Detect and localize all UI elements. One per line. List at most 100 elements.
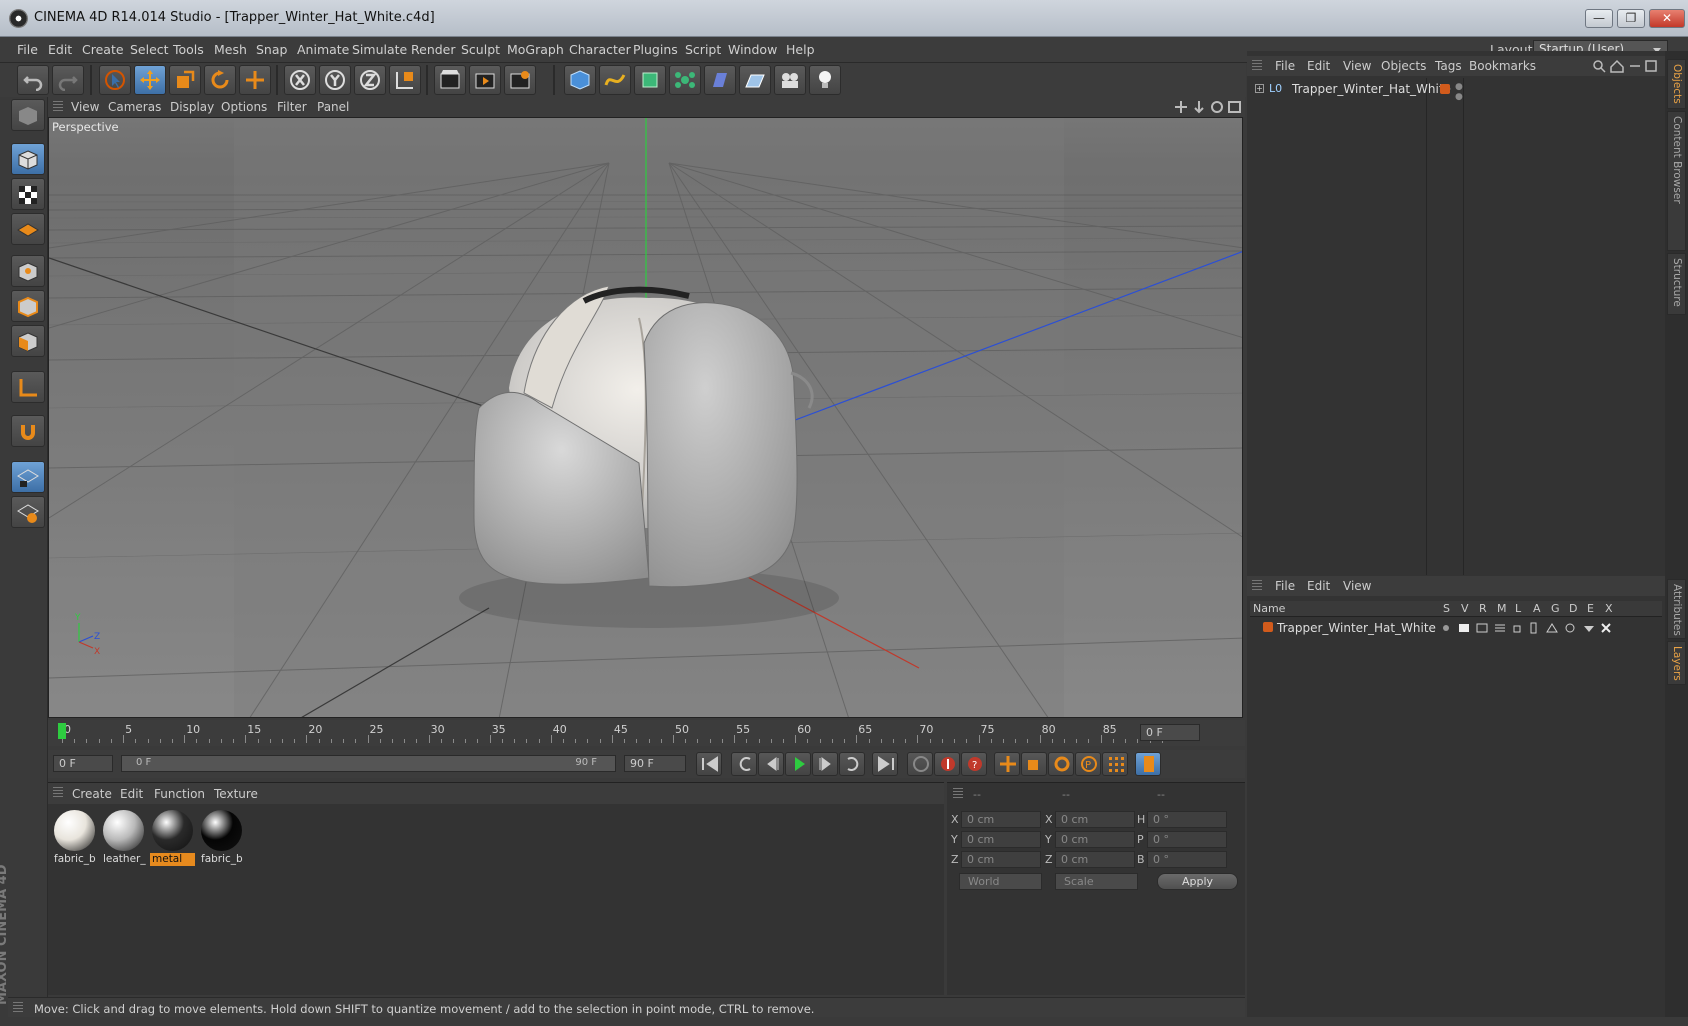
add-cube-button[interactable] bbox=[564, 65, 596, 95]
workplane-mode-button[interactable] bbox=[11, 213, 45, 245]
polygons-mode-button[interactable] bbox=[11, 325, 45, 357]
layer-col-render[interactable]: R bbox=[1479, 602, 1487, 615]
tab-attributes[interactable]: Attributes bbox=[1667, 579, 1686, 639]
timeline-end-frame-field[interactable]: 0 F bbox=[1140, 724, 1200, 741]
coord-rotation-field[interactable]: 0 ° bbox=[1147, 851, 1227, 868]
layer-col-deformers[interactable]: D bbox=[1569, 602, 1577, 615]
coord-size-field[interactable]: 0 cm bbox=[1055, 831, 1135, 848]
close-button[interactable]: ✕ bbox=[1649, 9, 1685, 28]
model-mode-button[interactable] bbox=[11, 143, 45, 175]
menu-mograph[interactable]: MoGraph bbox=[507, 42, 564, 57]
autokey-button[interactable]: ? bbox=[961, 752, 987, 776]
render-picture-viewer-button[interactable] bbox=[469, 65, 501, 95]
layer-col-manager[interactable]: M bbox=[1497, 602, 1507, 615]
menu-window[interactable]: Window bbox=[728, 42, 777, 57]
menu-render[interactable]: Render bbox=[411, 42, 456, 57]
coord-size-field[interactable]: 0 cm bbox=[1055, 811, 1135, 828]
previous-frame-button[interactable] bbox=[758, 752, 784, 776]
z-axis-lock-button[interactable] bbox=[354, 65, 386, 95]
layer-toggle-icons[interactable] bbox=[1441, 622, 1621, 634]
coord-position-field[interactable]: 0 cm bbox=[961, 851, 1041, 868]
scale-tool-button[interactable] bbox=[169, 65, 201, 95]
add-light-button[interactable] bbox=[809, 65, 841, 95]
material-menu-create[interactable]: Create bbox=[72, 787, 112, 801]
render-settings-button[interactable] bbox=[504, 65, 536, 95]
motion-record-button[interactable] bbox=[907, 752, 933, 776]
layers-menu-file[interactable]: File bbox=[1275, 579, 1295, 593]
menu-create[interactable]: Create bbox=[82, 42, 124, 57]
next-key-button[interactable] bbox=[839, 752, 865, 776]
tab-content-browser[interactable]: Content Browser bbox=[1667, 111, 1686, 251]
viewport-menu-options[interactable]: Options bbox=[221, 100, 267, 114]
rotate-tool-button[interactable] bbox=[204, 65, 236, 95]
menu-sculpt[interactable]: Sculpt bbox=[461, 42, 500, 57]
key-position-button[interactable] bbox=[994, 752, 1020, 776]
menu-select[interactable]: Select bbox=[130, 42, 169, 57]
menu-animate[interactable]: Animate bbox=[297, 42, 349, 57]
layer-color-swatch[interactable] bbox=[1263, 622, 1273, 632]
viewport-nav-icons[interactable] bbox=[1174, 100, 1244, 114]
coordinate-space-dropdown[interactable]: World bbox=[959, 873, 1042, 890]
perspective-viewport[interactable]: Y Z X Perspective bbox=[48, 117, 1243, 718]
object-manager-search-icons[interactable] bbox=[1592, 59, 1662, 73]
previous-key-button[interactable] bbox=[731, 752, 757, 776]
coord-rotation-field[interactable]: 0 ° bbox=[1147, 811, 1227, 828]
viewport-menu-panel[interactable]: Panel bbox=[317, 100, 349, 114]
frame-range-slider[interactable]: 0 F 90 F bbox=[121, 755, 616, 772]
minimize-button[interactable]: — bbox=[1585, 9, 1613, 28]
material-menu-edit[interactable]: Edit bbox=[120, 787, 143, 801]
menu-mesh[interactable]: Mesh bbox=[214, 42, 247, 57]
redo-button[interactable] bbox=[52, 65, 84, 95]
planar-workplane-button[interactable] bbox=[11, 496, 45, 528]
viewport-menu-display[interactable]: Display bbox=[170, 100, 214, 114]
menu-script[interactable]: Script bbox=[685, 42, 721, 57]
layer-col-solo[interactable]: S bbox=[1443, 602, 1450, 615]
objects-menu-bookmarks[interactable]: Bookmarks bbox=[1469, 59, 1536, 73]
timeline-playhead[interactable] bbox=[58, 723, 66, 739]
layer-col-xref[interactable]: X bbox=[1605, 602, 1613, 615]
snap-button[interactable] bbox=[11, 415, 45, 447]
coord-position-field[interactable]: 0 cm bbox=[961, 811, 1041, 828]
max-frame-field[interactable]: 90 F bbox=[624, 755, 686, 772]
menu-snap[interactable]: Snap bbox=[256, 42, 287, 57]
live-selection-button[interactable] bbox=[99, 65, 131, 95]
layer-col-name[interactable]: Name bbox=[1253, 602, 1285, 615]
tab-structure[interactable]: Structure bbox=[1667, 253, 1686, 315]
x-axis-lock-button[interactable] bbox=[284, 65, 316, 95]
layers-menu-edit[interactable]: Edit bbox=[1307, 579, 1330, 593]
layer-col-expressions[interactable]: E bbox=[1587, 602, 1594, 615]
menu-character[interactable]: Character bbox=[569, 42, 631, 57]
layer-col-generators[interactable]: G bbox=[1551, 602, 1560, 615]
make-editable-button[interactable] bbox=[11, 99, 45, 131]
material-menu-function[interactable]: Function bbox=[154, 787, 205, 801]
current-frame-field[interactable]: 0 F bbox=[53, 755, 113, 772]
menu-tools[interactable]: Tools bbox=[173, 42, 204, 57]
coordinate-mode-dropdown[interactable]: Scale bbox=[1055, 873, 1138, 890]
objects-menu-view[interactable]: View bbox=[1343, 59, 1371, 73]
layer-row-trapper-hat[interactable]: Trapper_Winter_Hat_White bbox=[1255, 620, 1655, 636]
add-floor-button[interactable] bbox=[739, 65, 771, 95]
apply-button[interactable]: Apply bbox=[1157, 873, 1238, 890]
y-axis-lock-button[interactable] bbox=[319, 65, 351, 95]
render-view-button[interactable] bbox=[434, 65, 466, 95]
viewport-menu-view[interactable]: View bbox=[71, 100, 99, 114]
menu-plugins[interactable]: Plugins bbox=[633, 42, 678, 57]
move-tool-button[interactable] bbox=[134, 65, 166, 95]
layer-col-locked[interactable]: L bbox=[1515, 602, 1521, 615]
objects-menu-file[interactable]: File bbox=[1275, 59, 1295, 73]
layer-col-view[interactable]: V bbox=[1461, 602, 1469, 615]
key-parameter-button[interactable]: P bbox=[1075, 752, 1101, 776]
add-nurbs-button[interactable] bbox=[634, 65, 666, 95]
edges-mode-button[interactable] bbox=[11, 290, 45, 322]
points-mode-button[interactable] bbox=[11, 255, 45, 287]
coord-position-field[interactable]: 0 cm bbox=[961, 831, 1041, 848]
add-spline-button[interactable] bbox=[599, 65, 631, 95]
undo-button[interactable] bbox=[17, 65, 49, 95]
key-pla-button[interactable] bbox=[1102, 752, 1128, 776]
objects-menu-tags[interactable]: Tags bbox=[1435, 59, 1462, 73]
menu-file[interactable]: File bbox=[17, 42, 38, 57]
add-camera-button[interactable] bbox=[774, 65, 806, 95]
tab-layers[interactable]: Layers bbox=[1667, 641, 1686, 685]
layer-col-animation[interactable]: A bbox=[1533, 602, 1541, 615]
material-swatch[interactable]: fabric_b bbox=[52, 808, 97, 866]
